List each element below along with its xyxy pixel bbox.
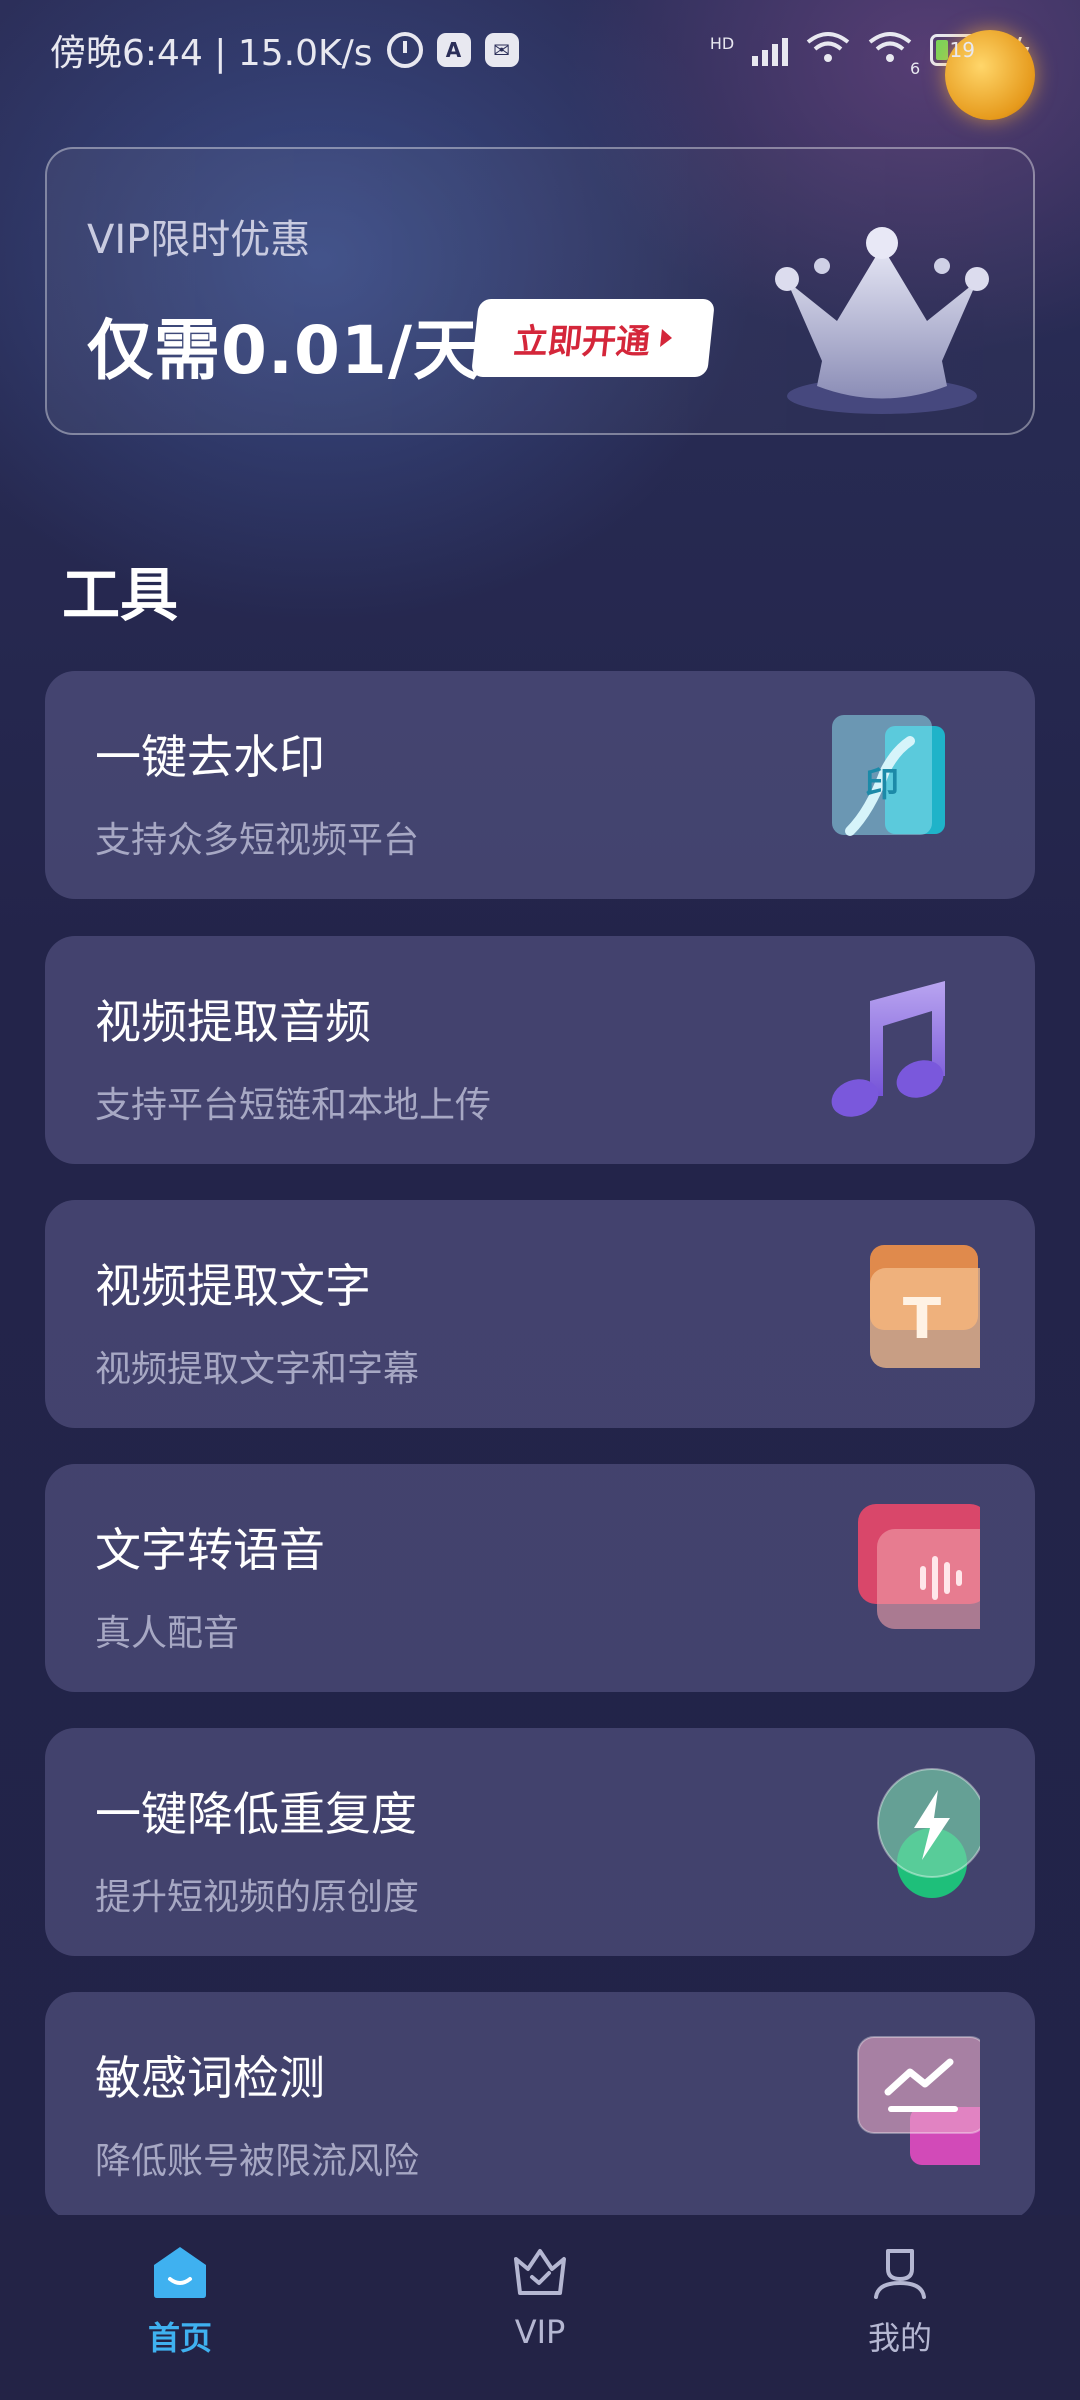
trend-chart-icon [857, 2036, 980, 2165]
signal-icon [752, 34, 789, 66]
tool-title: 一键降低重复度 [95, 1787, 417, 1841]
bottom-nav: 首页 VIP 我的 [0, 2215, 1080, 2400]
tool-card-text-to-speech[interactable]: 文字转语音 真人配音 [45, 1464, 1035, 1692]
text-t-icon-text: T [903, 1287, 941, 1352]
tools-section-title: 工具 [62, 561, 179, 629]
nav-mine-label: 我的 [867, 2319, 932, 2357]
network-type-label: HD [709, 33, 735, 53]
tool-title: 敏感词检测 [95, 2051, 325, 2105]
arrow-right-icon [659, 329, 673, 347]
wifi-6-label: 6 [910, 58, 921, 78]
tool-title: 视频提取音频 [95, 995, 371, 1049]
tool-card-watermark[interactable]: 一键去水印 支持众多短视频平台 印 [45, 671, 1035, 899]
vip-banner[interactable]: VIP限时优惠 仅需0.01/天 立即开通 [45, 147, 1035, 435]
nav-vip-label: VIP [514, 2313, 566, 2351]
nav-vip[interactable]: VIP [440, 2245, 640, 2351]
music-note-icon [831, 981, 945, 1117]
app-notification-icon: A [436, 33, 471, 67]
vip-subtitle: VIP限时优惠 [87, 217, 311, 263]
tool-desc: 降低账号被限流风险 [95, 2141, 420, 2182]
tool-desc: 支持众多短视频平台 [95, 820, 420, 861]
tool-title: 一键去水印 [95, 730, 325, 784]
nav-mine[interactable]: 我的 [800, 2245, 1000, 2359]
tool-card-reduce-duplication[interactable]: 一键降低重复度 提升短视频的原创度 [45, 1728, 1035, 1956]
vip-price: 仅需0.01/天 [87, 312, 480, 389]
tool-desc: 支持平台短链和本地上传 [95, 1085, 492, 1126]
tool-desc: 提升短视频的原创度 [95, 1877, 420, 1918]
nav-home[interactable]: 首页 [80, 2245, 280, 2359]
crown-outline-icon [514, 2249, 566, 2295]
wechat-icon: ✉ [484, 33, 519, 67]
tool-title: 文字转语音 [95, 1523, 325, 1577]
alarm-icon [386, 32, 423, 68]
tool-desc: 真人配音 [95, 1613, 240, 1654]
watermark-icon: 印 [832, 715, 945, 836]
status-time: 傍晚6:44 | 15.0K/s [50, 33, 373, 74]
home-icon [154, 2247, 206, 2298]
battery-level: 19 [949, 38, 975, 62]
crown-icon [775, 227, 989, 414]
text-t-icon: T [870, 1245, 980, 1368]
tool-card-extract-text[interactable]: 视频提取文字 视频提取文字和字幕 T [45, 1200, 1035, 1428]
lightning-icon [877, 1768, 980, 1898]
wifi-icon [806, 30, 850, 71]
vip-open-button-label: 立即开通 [512, 321, 653, 362]
tool-desc: 视频提取文字和字幕 [95, 1349, 420, 1390]
voice-wave-icon [858, 1504, 980, 1629]
watermark-icon-text: 印 [865, 765, 899, 805]
tool-card-extract-audio[interactable]: 视频提取音频 支持平台短链和本地上传 [45, 936, 1035, 1164]
status-left: 傍晚6:44 | 15.0K/s A ✉ [50, 24, 519, 76]
vip-open-button[interactable]: 立即开通 [470, 299, 716, 377]
nav-home-label: 首页 [147, 2319, 212, 2357]
tool-title: 视频提取文字 [95, 1259, 371, 1313]
tool-card-sensitive-words[interactable]: 敏感词检测 降低账号被限流风险 [45, 1992, 1035, 2220]
user-icon [874, 2249, 926, 2299]
status-bar: 傍晚6:44 | 15.0K/s A ✉ HD 6 19 ϟ [0, 0, 1080, 100]
wifi-6-icon: 6 [868, 30, 920, 76]
